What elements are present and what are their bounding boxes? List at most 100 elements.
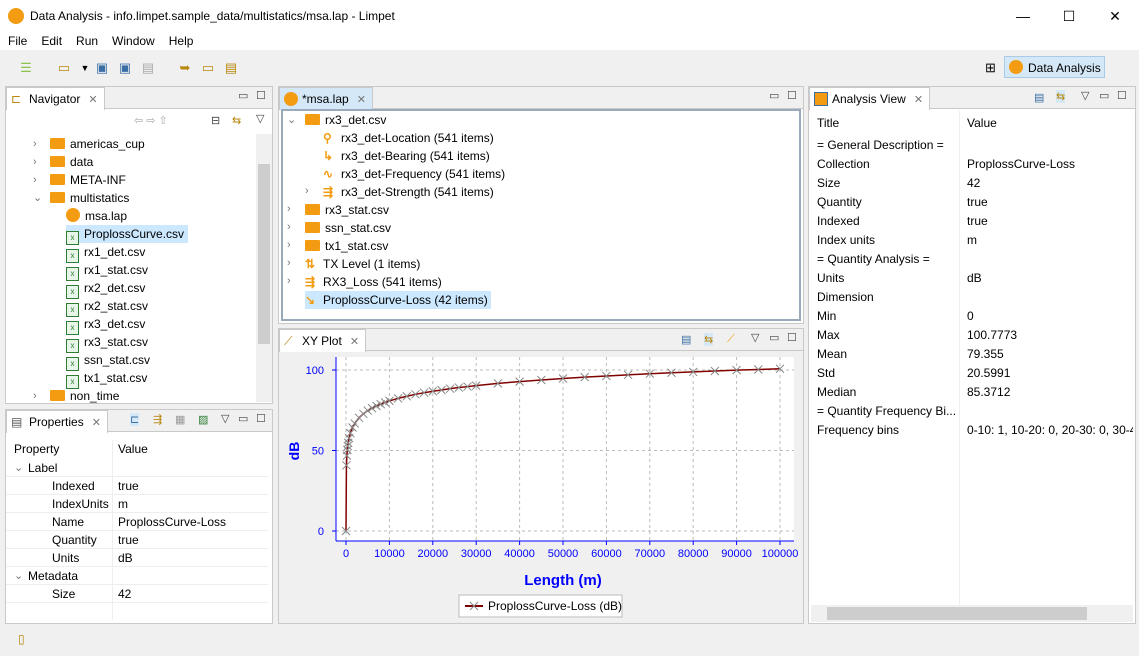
maximize-icon[interactable]: ☐ xyxy=(256,412,266,425)
navigator-item[interactable]: › americas_cup xyxy=(33,135,149,153)
collection-item[interactable]: ↳ rx3_det-Bearing (541 items) xyxy=(323,147,493,165)
toggle-icon[interactable]: ☰ xyxy=(17,59,35,77)
collapse-chevron-icon[interactable]: ⌄ xyxy=(14,461,23,474)
property-value[interactable]: m xyxy=(118,495,128,513)
fast-view-icon[interactable]: ▯ xyxy=(18,632,25,646)
maximize-icon[interactable]: ☐ xyxy=(256,89,266,102)
save-all-icon[interactable]: ▣ xyxy=(116,59,134,77)
link-icon[interactable]: ⇆ xyxy=(1056,90,1066,103)
navigator-item[interactable]: x rx2_stat.csv xyxy=(66,297,152,317)
expand-chevron-icon[interactable]: › xyxy=(305,185,309,197)
menu-help[interactable]: Help xyxy=(161,32,200,48)
navigator-item[interactable]: x rx1_stat.csv xyxy=(66,261,152,281)
navigator-item[interactable]: x tx1_stat.csv xyxy=(66,369,151,389)
view-menu-icon[interactable]: ▽ xyxy=(1081,89,1089,102)
expand-chevron-icon[interactable]: ⌄ xyxy=(287,113,296,126)
property-value[interactable]: 42 xyxy=(118,585,131,603)
navigator-item[interactable]: x rx1_det.csv xyxy=(66,243,149,263)
navigator-item[interactable]: › META-INF xyxy=(33,171,130,189)
close-tab-icon[interactable]: ✕ xyxy=(350,336,359,348)
collection-item[interactable]: ⚲ rx3_det-Location (541 items) xyxy=(323,129,497,147)
navigator-scrollbar[interactable] xyxy=(256,134,272,402)
property-value[interactable]: ProplossCurve-Loss xyxy=(118,513,226,531)
view-menu-icon[interactable]: ▽ xyxy=(256,112,264,125)
new-dropdown-icon[interactable]: ▼ xyxy=(76,59,94,77)
link-icon[interactable]: ⇆ xyxy=(704,333,714,346)
categories-icon[interactable]: ⊏ xyxy=(130,413,140,426)
maximize-icon[interactable]: ☐ xyxy=(787,331,797,344)
collection-item[interactable]: tx1_stat.csv xyxy=(305,237,391,255)
expand-chevron-icon[interactable]: ⌄ xyxy=(33,189,42,207)
maximize-button[interactable]: ☐ xyxy=(1046,0,1092,32)
new-icon[interactable]: ▭ xyxy=(55,59,73,77)
tab-xy-plot[interactable]: ⟋ XY Plot ✕ xyxy=(279,329,367,352)
navigator-item[interactable]: x ssn_stat.csv xyxy=(66,351,154,371)
advanced-icon[interactable]: ▦ xyxy=(175,413,185,426)
collapse-chevron-icon[interactable]: ⌄ xyxy=(14,569,23,582)
menu-window[interactable]: Window xyxy=(104,32,161,48)
collapse-all-icon[interactable]: ⊟ xyxy=(211,114,220,127)
close-tab-icon[interactable]: ✕ xyxy=(357,94,366,106)
property-value[interactable]: true xyxy=(118,477,139,495)
perspective-data-analysis[interactable]: Data Analysis xyxy=(1004,56,1105,78)
open-perspective-icon[interactable]: ⊞ xyxy=(985,60,996,76)
tab-msa-lap[interactable]: *msa.lap ✕ xyxy=(279,87,373,110)
property-value[interactable]: true xyxy=(118,531,139,549)
maximize-icon[interactable]: ☐ xyxy=(787,89,797,102)
collection-item[interactable]: ↘ ProplossCurve-Loss (42 items) xyxy=(305,291,491,309)
close-tab-icon[interactable]: ✕ xyxy=(88,94,97,106)
menu-run[interactable]: Run xyxy=(68,32,104,48)
chart-type-icon[interactable]: ⟋ xyxy=(727,333,735,346)
close-tab-icon[interactable]: ✕ xyxy=(914,94,923,106)
tab-navigator[interactable]: ⊏ Navigator ✕ xyxy=(6,87,105,110)
minimize-icon[interactable]: ▭ xyxy=(238,412,248,425)
collection-item[interactable]: ⇶ RX3_Loss (541 items) xyxy=(305,273,445,291)
collection-item[interactable]: rx3_det.csv xyxy=(305,111,389,129)
collection-item[interactable]: ⇅ TX Level (1 items) xyxy=(305,255,423,273)
expand-chevron-icon[interactable]: › xyxy=(287,203,291,215)
view-menu-icon[interactable]: ▽ xyxy=(751,331,759,344)
expand-chevron-icon[interactable]: › xyxy=(33,171,37,189)
analysis-hscrollbar[interactable] xyxy=(811,605,1133,622)
minimize-icon[interactable]: ▭ xyxy=(238,89,248,102)
maximize-icon[interactable]: ☐ xyxy=(1117,89,1127,102)
expand-chevron-icon[interactable]: › xyxy=(33,135,37,153)
minimize-icon[interactable]: ▭ xyxy=(1099,89,1109,102)
navigator-item[interactable]: msa.lap xyxy=(66,207,131,225)
menu-file[interactable]: File xyxy=(0,32,33,48)
minimize-icon[interactable]: ▭ xyxy=(769,89,779,102)
copy-icon[interactable]: ▤ xyxy=(1034,91,1044,104)
navigator-item[interactable]: x ProplossCurve.csv xyxy=(66,225,189,245)
forward-icon[interactable]: ➥ xyxy=(176,59,194,77)
navigator-item[interactable]: › data xyxy=(33,153,97,171)
tab-properties[interactable]: ▤ Properties ✕ xyxy=(6,410,108,433)
navigator-item[interactable]: ⌄ multistatics xyxy=(33,189,133,207)
expand-chevron-icon[interactable]: › xyxy=(287,257,291,269)
collection-item[interactable]: ⇶ rx3_det-Strength (541 items) xyxy=(323,183,497,201)
collection-item[interactable]: ssn_stat.csv xyxy=(305,219,394,237)
close-tab-icon[interactable]: ✕ xyxy=(92,417,101,429)
minimize-button[interactable]: — xyxy=(1000,0,1046,32)
save-icon[interactable]: ▣ xyxy=(93,59,111,77)
tab-analysis-view[interactable]: Analysis View ✕ xyxy=(809,87,931,110)
expand-chevron-icon[interactable]: › xyxy=(33,387,37,405)
expand-chevron-icon[interactable]: › xyxy=(33,153,37,171)
new-file-icon[interactable]: ▭ xyxy=(199,59,217,77)
menu-edit[interactable]: Edit xyxy=(33,32,68,48)
clipboard-icon[interactable]: ▤ xyxy=(222,59,240,77)
filter-icon[interactable]: ⇶ xyxy=(153,413,162,426)
expand-chevron-icon[interactable]: › xyxy=(287,239,291,251)
property-value[interactable]: dB xyxy=(118,549,133,567)
expand-chevron-icon[interactable]: › xyxy=(287,221,291,233)
collection-item[interactable]: ∿ rx3_det-Frequency (541 items) xyxy=(323,165,508,183)
collection-item[interactable]: rx3_stat.csv xyxy=(305,201,392,219)
navigator-item[interactable]: x rx3_det.csv xyxy=(66,315,149,335)
navigator-item[interactable]: x rx2_det.csv xyxy=(66,279,149,299)
expand-chevron-icon[interactable]: › xyxy=(287,275,291,287)
link-editor-icon[interactable]: ⇆ xyxy=(232,114,241,127)
navigator-item[interactable]: x rx3_stat.csv xyxy=(66,333,152,353)
minimize-icon[interactable]: ▭ xyxy=(769,331,779,344)
copy-icon[interactable]: ▤ xyxy=(681,333,691,346)
close-button[interactable]: ✕ xyxy=(1092,0,1138,32)
restore-default-icon[interactable]: ▨ xyxy=(198,413,208,426)
